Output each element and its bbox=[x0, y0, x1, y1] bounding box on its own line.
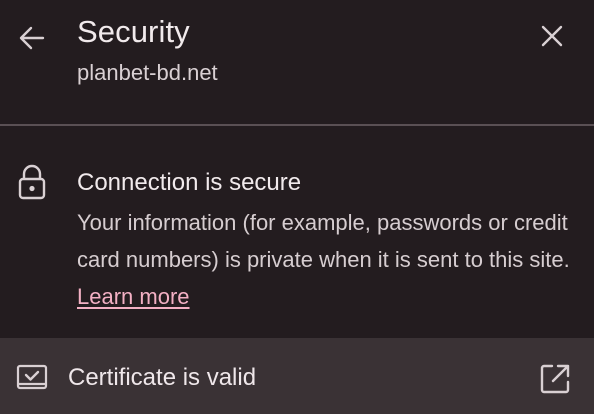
connection-status-title: Connection is secure bbox=[77, 169, 302, 196]
close-icon bbox=[541, 25, 563, 47]
learn-more-link[interactable]: Learn more bbox=[77, 284, 190, 309]
connection-section: Connection is secure Your information (f… bbox=[0, 126, 594, 338]
connection-description-text: Your information (for example, passwords… bbox=[77, 210, 570, 272]
certificate-icon bbox=[16, 364, 48, 390]
close-button[interactable] bbox=[532, 16, 572, 56]
connection-description: Your information (for example, passwords… bbox=[77, 204, 577, 315]
certificate-status-label: Certificate is valid bbox=[68, 364, 257, 391]
site-domain: planbet-bd.net bbox=[77, 60, 218, 85]
page-title: Security bbox=[77, 14, 190, 49]
back-button[interactable] bbox=[12, 18, 52, 58]
security-panel: Security planbet-bd.net Connection is se… bbox=[0, 0, 594, 414]
lock-icon bbox=[18, 164, 46, 200]
arrow-left-icon bbox=[19, 26, 45, 50]
external-link-icon[interactable] bbox=[538, 362, 572, 396]
panel-header: Security planbet-bd.net bbox=[0, 0, 594, 124]
certificate-row[interactable]: Certificate is valid bbox=[0, 338, 594, 414]
